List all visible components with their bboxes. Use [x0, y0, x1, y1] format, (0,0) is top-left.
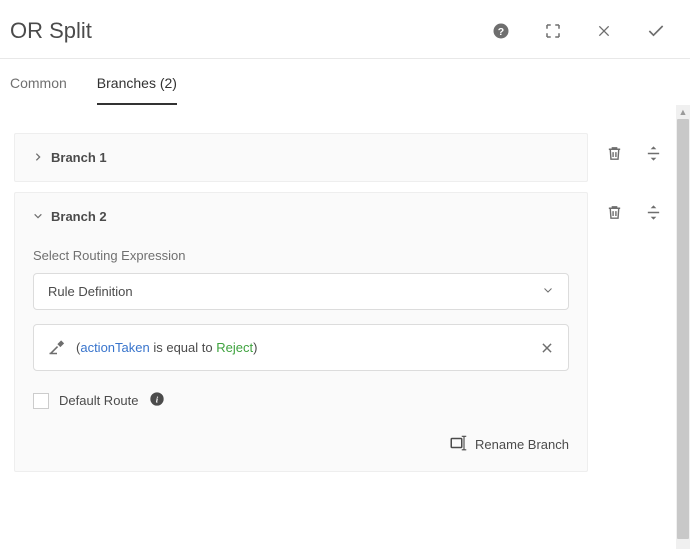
rule-value[interactable]: Reject — [216, 340, 253, 355]
tab-common[interactable]: Common — [10, 75, 67, 105]
default-route-row: Default Route i — [33, 391, 569, 410]
rule-text: (actionTaken is equal to Reject) — [76, 340, 530, 355]
rename-branch-button[interactable]: Rename Branch — [33, 434, 569, 455]
chevron-right-icon — [33, 150, 43, 165]
clear-rule-icon[interactable] — [540, 341, 554, 355]
branch-1-card: Branch 1 — [14, 133, 588, 182]
branch-2-card: Branch 2 Select Routing Expression Rule … — [14, 192, 588, 472]
chevron-down-icon — [33, 209, 43, 224]
branch-2-toggle[interactable]: Branch 2 — [33, 209, 569, 224]
page-title: OR Split — [10, 18, 92, 44]
scrollbar[interactable]: ▲ — [676, 105, 690, 549]
branch-2-actions — [588, 192, 676, 221]
branch-1-toggle[interactable]: Branch 1 — [33, 150, 569, 165]
branch-1-actions — [588, 133, 676, 162]
routing-label: Select Routing Expression — [33, 248, 569, 263]
branch-1-name: Branch 1 — [51, 150, 107, 165]
content-area: Branch 1 Branch 2 — [0, 105, 690, 549]
rule-close: ) — [253, 340, 257, 355]
tab-branches[interactable]: Branches (2) — [97, 75, 177, 105]
branch-1-row: Branch 1 — [14, 133, 676, 182]
scroll-up-arrow[interactable]: ▲ — [676, 105, 690, 119]
reorder-icon[interactable] — [645, 204, 662, 221]
rename-label: Rename Branch — [475, 437, 569, 452]
confirm-icon[interactable] — [646, 21, 666, 41]
branch-2-row: Branch 2 Select Routing Expression Rule … — [14, 192, 676, 472]
default-route-checkbox[interactable] — [33, 393, 49, 409]
scrollbar-thumb[interactable] — [677, 119, 689, 539]
tabs: Common Branches (2) — [0, 59, 690, 105]
branch-2-body: Select Routing Expression Rule Definitio… — [33, 248, 569, 455]
delete-icon[interactable] — [606, 204, 623, 221]
close-icon[interactable] — [596, 23, 612, 39]
info-icon[interactable]: i — [149, 391, 165, 410]
rule-mid: is equal to — [150, 340, 217, 355]
header-actions: ? — [492, 21, 666, 41]
fullscreen-icon[interactable] — [544, 22, 562, 40]
gavel-icon — [48, 337, 66, 358]
help-icon[interactable]: ? — [492, 22, 510, 40]
default-route-label: Default Route — [59, 393, 139, 408]
rule-variable[interactable]: actionTaken — [80, 340, 149, 355]
chevron-down-icon — [542, 284, 554, 299]
dropdown-value: Rule Definition — [48, 284, 133, 299]
delete-icon[interactable] — [606, 145, 623, 162]
routing-dropdown[interactable]: Rule Definition — [33, 273, 569, 310]
rule-definition-box: (actionTaken is equal to Reject) — [33, 324, 569, 371]
rename-icon — [449, 434, 467, 455]
branch-2-name: Branch 2 — [51, 209, 107, 224]
reorder-icon[interactable] — [645, 145, 662, 162]
svg-text:?: ? — [498, 26, 504, 38]
